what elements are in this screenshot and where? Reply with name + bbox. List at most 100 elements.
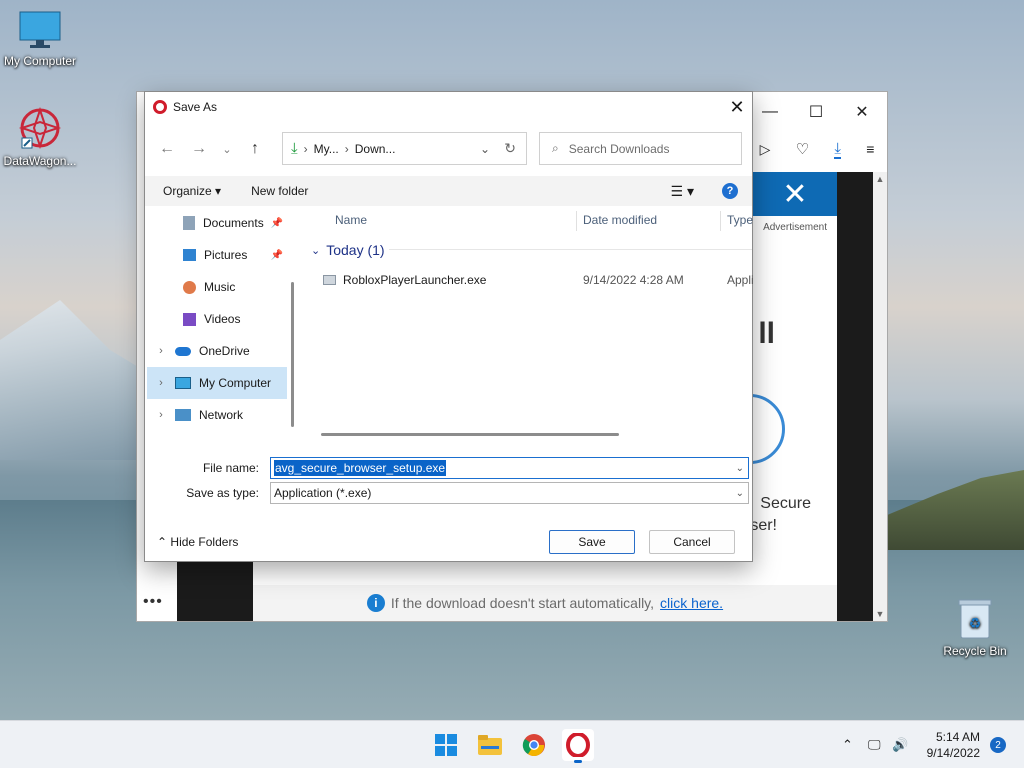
column-header-name[interactable]: Name [335, 213, 367, 227]
chevron-down-icon[interactable]: ⌄ [736, 488, 744, 499]
recent-dropdown-icon[interactable]: ⌄ [215, 133, 239, 165]
browser-scrollbar[interactable]: ▲ ▼ [873, 172, 887, 621]
opera-icon [153, 100, 167, 114]
file-date: 9/14/2022 4:28 AM [583, 273, 684, 287]
save-button[interactable]: Save [549, 530, 635, 554]
network-status-icon[interactable]: 🖵 [868, 737, 892, 753]
nav-item-onedrive[interactable]: › OneDrive [147, 335, 287, 367]
pin-icon[interactable]: 📌 [271, 218, 283, 229]
file-name-value: avg_secure_browser_setup.exe [274, 460, 447, 476]
browser-toolbar: ▷ ♡ ⤓ ≡ [747, 132, 887, 166]
navigation-pane: Documents 📌 Pictures 📌 Music Videos › On… [147, 207, 287, 447]
more-options-icon[interactable]: ••• [143, 593, 163, 611]
help-icon[interactable]: ? [722, 183, 738, 199]
file-row[interactable]: RobloxPlayerLauncher.exe 9/14/2022 4:28 … [301, 269, 754, 291]
videos-icon [183, 312, 196, 326]
send-icon[interactable]: ▷ [760, 141, 771, 158]
chevron-down-icon[interactable]: ⌄ [736, 463, 744, 474]
maximize-button[interactable]: ☐ [793, 92, 839, 132]
volume-icon[interactable]: 🔊 [892, 737, 912, 753]
documents-icon [183, 216, 195, 230]
datawagon-icon [16, 106, 64, 150]
file-group-header[interactable]: ⌄ Today (1) [301, 239, 752, 261]
save-as-dialog: Save As ✕ ← → ⌄ ↑ ⤓ › My... › Down... ⌄ … [144, 91, 754, 562]
dialog-close-button[interactable]: ✕ [722, 92, 752, 122]
dialog-title: Save As [173, 100, 218, 114]
file-name: RobloxPlayerLauncher.exe [343, 273, 487, 287]
file-type: Appli [727, 273, 754, 287]
download-icon[interactable]: ⤓ [834, 140, 841, 159]
menu-icon[interactable]: ≡ [866, 141, 874, 157]
command-bar: Organize ▾ New folder ☰ ▾ ? [145, 176, 752, 206]
ad-text-fragment: Secure [760, 495, 811, 512]
pictures-icon [183, 249, 196, 261]
nav-item-my-computer[interactable]: › My Computer [147, 367, 287, 399]
nav-item-documents[interactable]: Documents 📌 [147, 207, 287, 239]
breadcrumb-segment[interactable]: Down... [355, 142, 396, 156]
click-here-link[interactable]: click here. [660, 595, 723, 611]
forward-arrow-icon[interactable]: → [183, 133, 215, 165]
pin-icon[interactable]: 📌 [271, 250, 283, 261]
search-box[interactable]: ⌕ Search Downloads [539, 132, 742, 165]
organize-button[interactable]: Organize ▾ [163, 184, 221, 198]
column-header-type[interactable]: Type [727, 213, 753, 227]
breadcrumb-segment[interactable]: My... [314, 142, 339, 156]
music-icon [183, 280, 196, 294]
file-explorer-icon[interactable] [474, 729, 506, 761]
column-header-date[interactable]: Date modified [583, 213, 657, 227]
download-notice: i If the download doesn't start automati… [253, 585, 837, 621]
monitor-icon [18, 10, 62, 50]
chevron-right-icon[interactable]: › [155, 345, 167, 357]
nav-item-music[interactable]: Music [147, 271, 287, 303]
cancel-button[interactable]: Cancel [649, 530, 735, 554]
refresh-icon[interactable]: ↻ [504, 140, 516, 157]
ad-text-fragment: ll [758, 317, 775, 350]
desktop-icon-label: Recycle Bin [943, 644, 1007, 658]
hide-folders-button[interactable]: ⌃ Hide Folders [157, 535, 238, 549]
search-placeholder: Search Downloads [568, 141, 670, 156]
wallpaper-island [880, 470, 1024, 550]
clock-date: 9/14/2022 [926, 746, 980, 760]
address-bar[interactable]: ⤓ › My... › Down... ⌄ ↻ [282, 132, 527, 165]
desktop-icon-my-computer[interactable]: My Computer [0, 10, 80, 68]
desktop-icon-datawagon[interactable]: DataWagon... [0, 106, 80, 168]
exe-file-icon [323, 275, 336, 285]
desktop-icon-label: DataWagon... [3, 154, 77, 168]
chevron-right-icon[interactable]: › [155, 377, 167, 389]
opera-taskbar-icon[interactable] [562, 729, 594, 763]
chrome-icon[interactable] [518, 729, 550, 761]
view-options-icon[interactable]: ☰ ▾ [671, 183, 694, 200]
new-folder-button[interactable]: New folder [251, 184, 308, 198]
notification-badge[interactable]: 2 [990, 737, 1006, 753]
file-name-input[interactable]: avg_secure_browser_setup.exe ⌄ [270, 457, 749, 479]
start-icon[interactable] [430, 729, 462, 761]
network-icon [175, 409, 191, 421]
onedrive-icon [175, 346, 191, 356]
chevron-down-icon[interactable]: ⌄ [311, 244, 320, 257]
file-name-row: File name: avg_secure_browser_setup.exe … [145, 457, 752, 479]
column-headers: Name Date modified Type [301, 207, 753, 233]
desktop-icon-recycle-bin[interactable]: ♻ Recycle Bin [935, 598, 1015, 658]
clock[interactable]: 5:14 AM 9/14/2022 [927, 729, 980, 761]
save-type-value: Application (*.exe) [274, 486, 372, 500]
ad-close-icon[interactable]: ✕ [753, 172, 837, 216]
download-notice-text: If the download doesn't start automatica… [390, 595, 655, 611]
svg-text:♻: ♻ [969, 616, 982, 632]
heart-icon[interactable]: ♡ [796, 140, 809, 158]
nav-pane-scrollbar[interactable] [291, 282, 294, 427]
minimize-button[interactable]: — [747, 92, 793, 132]
address-dropdown-icon[interactable]: ⌄ [480, 142, 490, 156]
chevron-up-icon[interactable]: ⌃ [842, 737, 862, 753]
up-arrow-icon[interactable]: ↑ [239, 133, 271, 165]
chevron-right-icon[interactable]: › [155, 409, 167, 421]
ad-label: Advertisement [763, 222, 827, 233]
save-type-select[interactable]: Application (*.exe) ⌄ [270, 482, 749, 504]
nav-item-pictures[interactable]: Pictures 📌 [147, 239, 287, 271]
clock-time: 5:14 AM [935, 730, 980, 744]
close-button[interactable]: ✕ [839, 92, 885, 132]
back-arrow-icon[interactable]: ← [151, 133, 183, 165]
nav-item-videos[interactable]: Videos [147, 303, 287, 335]
file-list-scrollbar[interactable] [321, 433, 619, 436]
nav-item-network[interactable]: › Network [147, 399, 287, 431]
search-icon: ⌕ [552, 141, 559, 155]
